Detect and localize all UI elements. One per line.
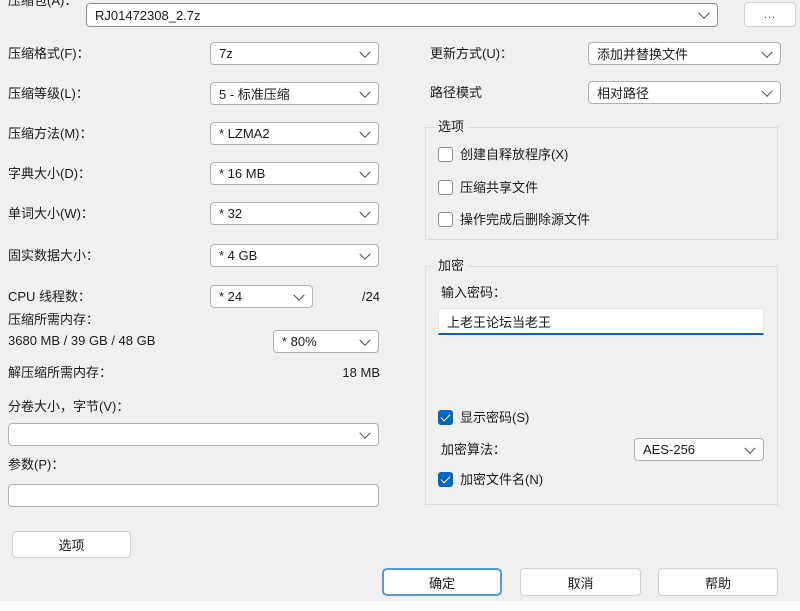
chevron-down-icon — [359, 427, 370, 438]
ok-button[interactable]: 确定 — [382, 568, 502, 596]
chevron-down-icon — [293, 289, 304, 300]
word-size-label: 单词大小(W)： — [8, 206, 94, 222]
shared-files-checkbox[interactable] — [438, 180, 453, 195]
path-mode-select[interactable]: 相对路径 — [588, 81, 781, 104]
encryption-method-label: 加密算法： — [441, 442, 506, 458]
archive-name-combo[interactable]: RJ01472308_2.7z — [86, 3, 718, 27]
memory-compress-label: 压缩所需内存： — [8, 312, 99, 328]
method-label: 压缩方法(M)： — [8, 126, 93, 142]
help-button[interactable]: 帮助 — [658, 568, 778, 596]
format-label: 压缩格式(F)： — [8, 46, 90, 62]
encryption-method-select[interactable]: AES-256 — [634, 438, 764, 461]
memory-usage-select[interactable]: * 80% — [273, 330, 379, 353]
chevron-down-icon — [359, 126, 370, 137]
archive-label: 压缩包(A)： — [8, 0, 77, 9]
method-select[interactable]: * LZMA2 — [210, 122, 379, 145]
encryption-group-title: 加密 — [434, 258, 468, 274]
path-mode-label: 路径模式 — [430, 85, 482, 101]
encrypt-names-checkbox[interactable] — [438, 472, 453, 487]
chevron-down-icon — [359, 248, 370, 259]
word-size-select[interactable]: * 32 — [210, 202, 379, 225]
sfx-checkbox[interactable] — [438, 147, 453, 162]
show-password-checkbox-label[interactable]: 显示密码(S) — [460, 410, 529, 426]
parameters-label: 参数(P)： — [8, 457, 64, 473]
encrypt-names-checkbox-label[interactable]: 加密文件名(N) — [460, 472, 543, 488]
cpu-threads-select[interactable]: * 24 — [210, 285, 313, 308]
chevron-down-icon — [698, 8, 709, 19]
update-mode-label: 更新方式(U)： — [430, 46, 513, 62]
options-group: 选项 创建自释放程序(X) 压缩共享文件 操作完成后删除源文件 — [425, 127, 778, 240]
chevron-down-icon — [359, 86, 370, 97]
encryption-group: 加密 输入密码： 上老王论坛当老王 显示密码(S) 加密算法： AES-256 … — [425, 266, 778, 505]
volume-size-combo[interactable] — [8, 423, 379, 446]
memory-decompress-value: 18 MB — [290, 365, 380, 381]
password-input[interactable]: 上老王论坛当老王 — [438, 308, 764, 335]
ellipsis-icon: ... — [764, 10, 776, 20]
options-group-title: 选项 — [434, 119, 468, 135]
delete-after-checkbox-label[interactable]: 操作完成后删除源文件 — [460, 212, 590, 228]
sfx-checkbox-label[interactable]: 创建自释放程序(X) — [460, 147, 568, 163]
show-password-checkbox[interactable] — [438, 410, 453, 425]
dictionary-size-label: 字典大小(D)： — [8, 166, 91, 182]
archive-name-value: RJ01472308_2.7z — [95, 8, 201, 23]
cpu-threads-label: CPU 线程数： — [8, 289, 91, 305]
level-label: 压缩等级(L)： — [8, 86, 89, 102]
chevron-down-icon — [744, 442, 755, 453]
cpu-threads-total: /24 — [330, 289, 380, 305]
options-button[interactable]: 选项 — [12, 531, 131, 558]
password-label: 输入密码： — [441, 285, 506, 301]
dictionary-size-select[interactable]: * 16 MB — [210, 162, 379, 185]
memory-compress-detail: 3680 MB / 39 GB / 48 GB — [8, 333, 155, 349]
chevron-down-icon — [359, 46, 370, 57]
format-select[interactable]: 7z — [210, 42, 379, 65]
chevron-down-icon — [761, 46, 772, 57]
compress-dialog: 压缩包(A)： RJ01472308_2.7z ... 压缩格式(F)： 7z … — [0, 0, 800, 611]
shared-files-checkbox-label[interactable]: 压缩共享文件 — [460, 180, 538, 196]
chevron-down-icon — [359, 334, 370, 345]
dialog-bottom-edge — [0, 601, 800, 611]
delete-after-checkbox[interactable] — [438, 212, 453, 227]
solid-block-size-select[interactable]: * 4 GB — [210, 244, 379, 267]
parameters-input[interactable] — [8, 484, 379, 507]
cancel-button[interactable]: 取消 — [520, 568, 641, 596]
memory-decompress-label: 解压缩所需内存： — [8, 365, 112, 381]
chevron-down-icon — [359, 166, 370, 177]
level-select[interactable]: 5 - 标准压缩 — [210, 82, 379, 105]
update-mode-select[interactable]: 添加并替换文件 — [588, 42, 781, 65]
chevron-down-icon — [761, 85, 772, 96]
volume-size-label: 分卷大小，字节(V)： — [8, 399, 129, 415]
browse-button[interactable]: ... — [744, 2, 796, 27]
solid-block-size-label: 固实数据大小： — [8, 248, 99, 264]
chevron-down-icon — [359, 206, 370, 217]
